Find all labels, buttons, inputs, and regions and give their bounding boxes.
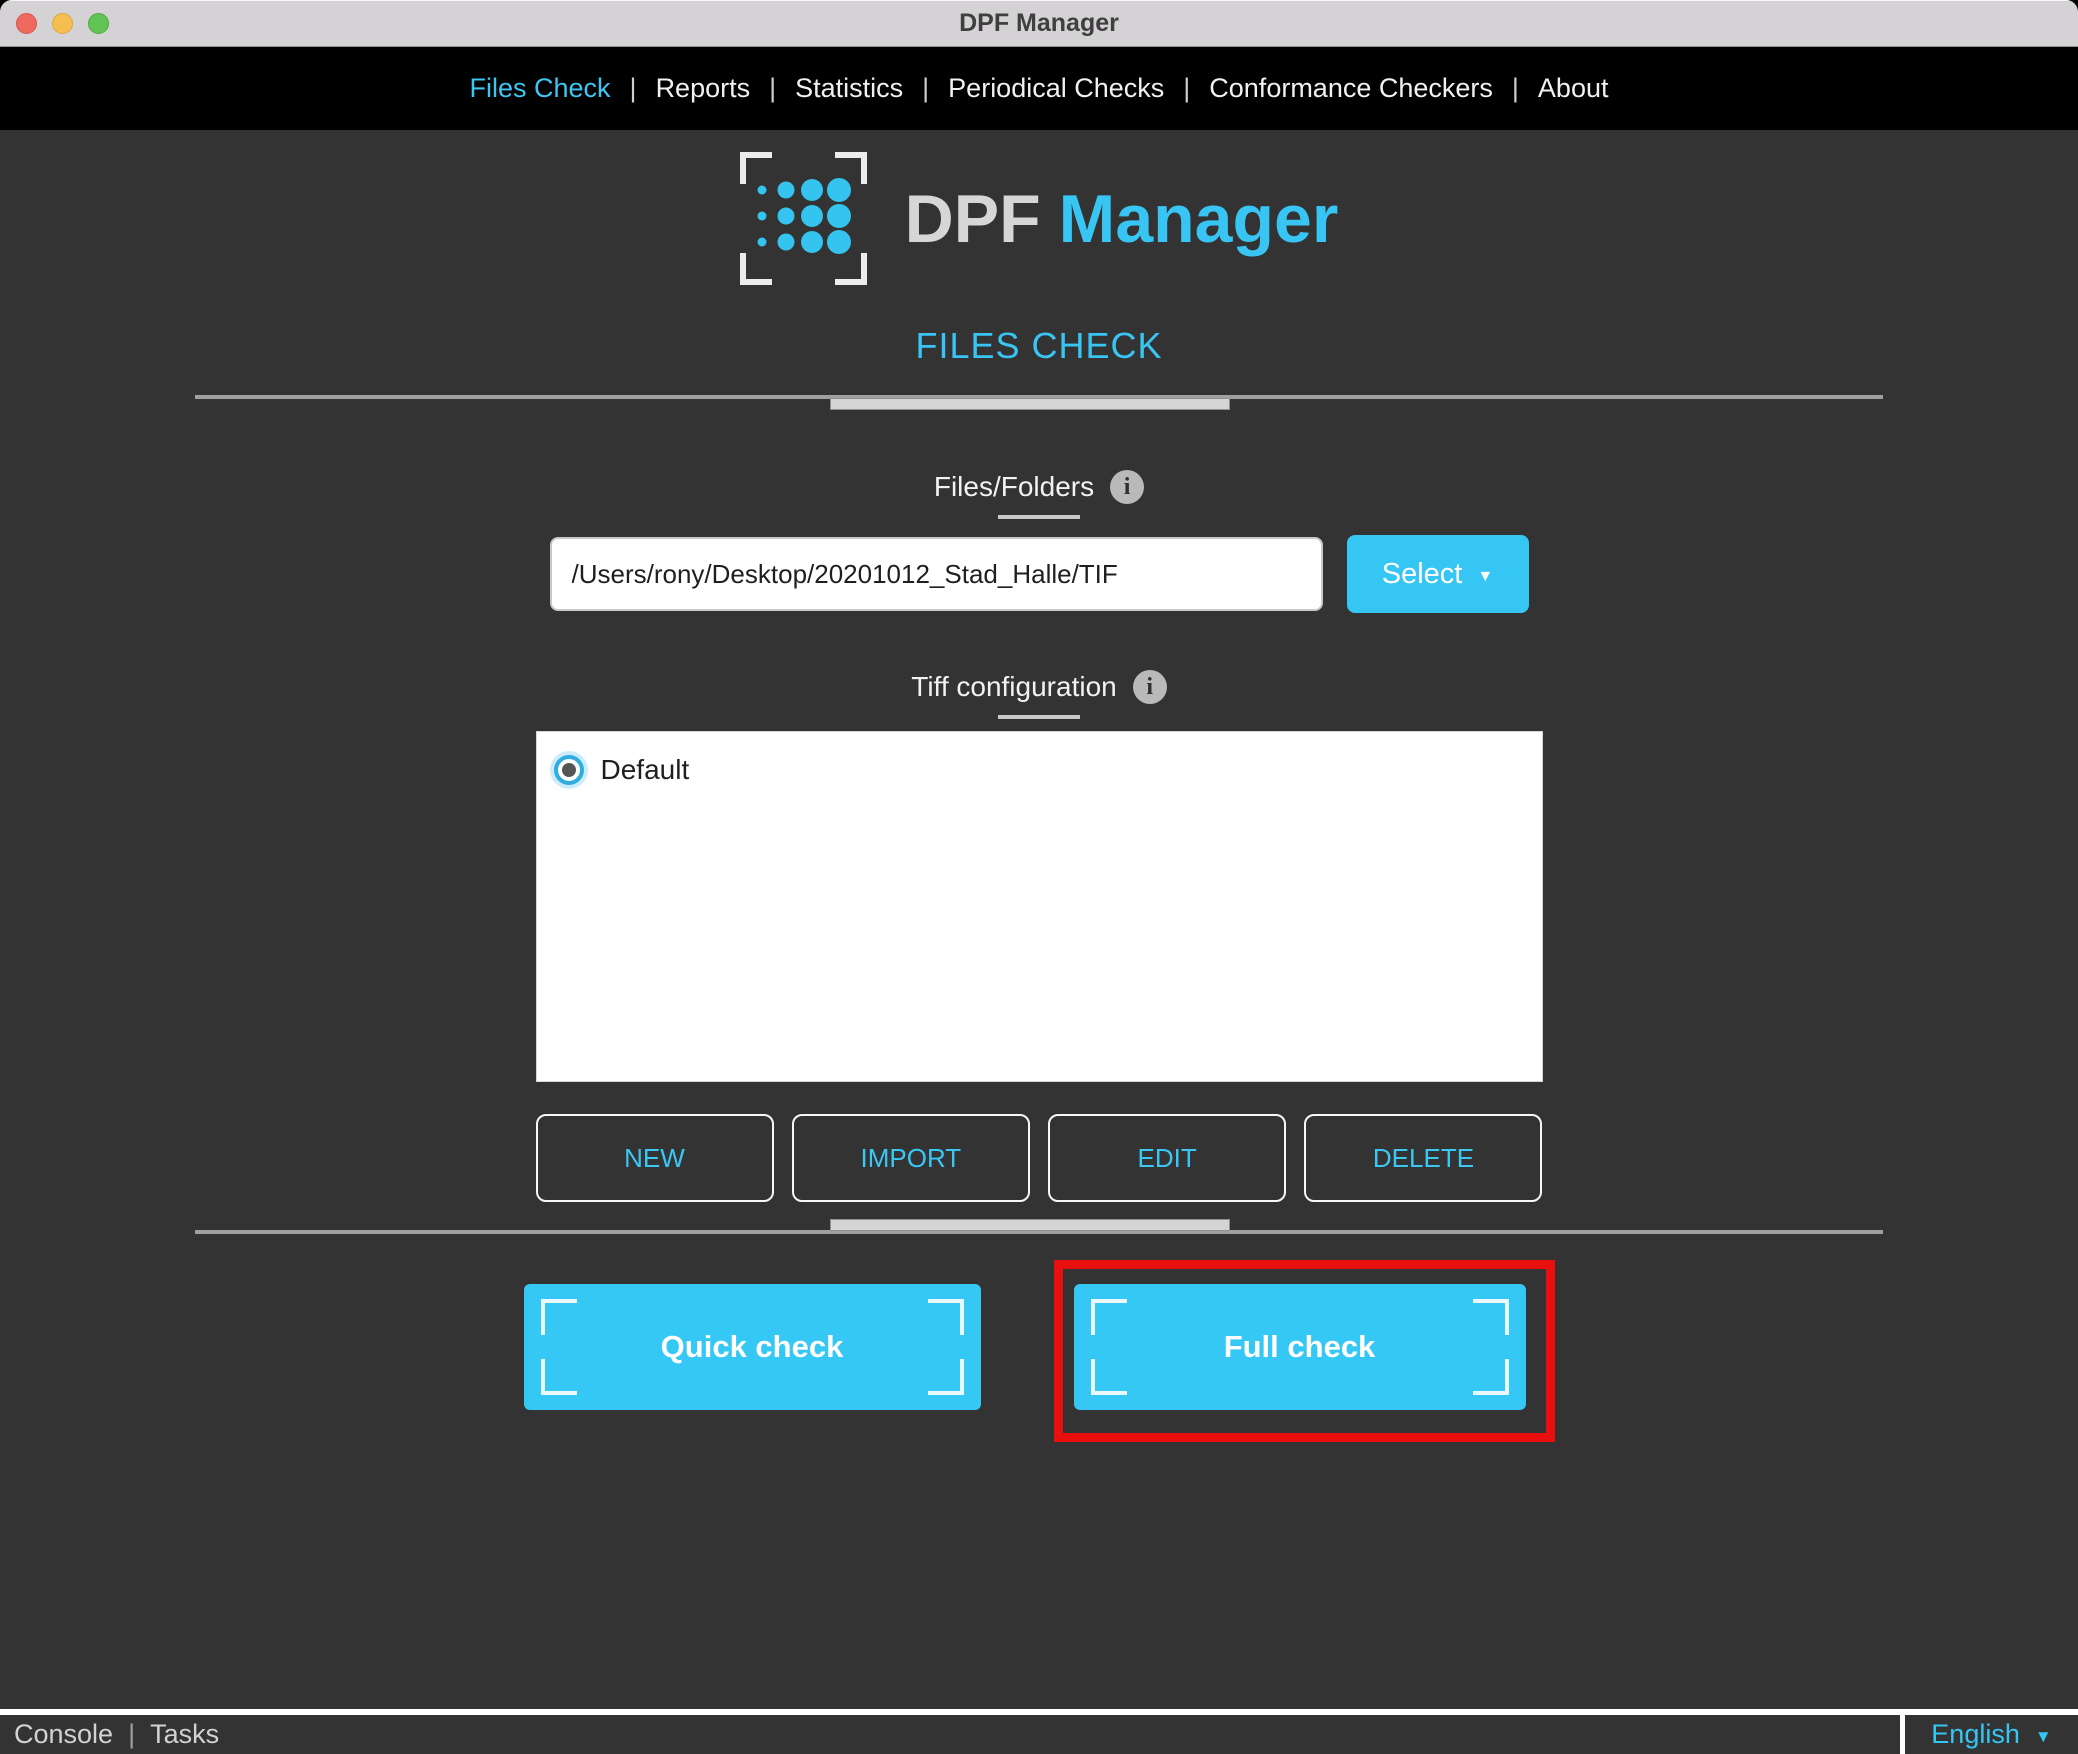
divider-handle [830,1219,1230,1231]
bracket-corner-icon [1473,1299,1509,1335]
label-underline [998,715,1080,719]
info-icon[interactable]: i [1110,470,1144,504]
bracket-corner-icon [541,1299,577,1335]
label-underline [998,515,1080,519]
quick-check-label: Quick check [661,1329,844,1365]
main-nav: Files Check | Reports | Statistics | Per… [0,47,2078,130]
top-divider [195,395,1883,399]
quick-check-button[interactable]: Quick check [524,1284,981,1410]
config-option-label: Default [601,754,690,786]
bottom-divider [195,1230,1883,1234]
divider-handle [830,398,1230,410]
file-path-row: Select ▼ [0,535,2078,613]
status-bar: Console | Tasks English ▼ [0,1709,2078,1754]
file-path-input[interactable] [550,537,1323,611]
console-tab[interactable]: Console [14,1719,113,1750]
nav-separator: | [1183,73,1190,104]
nav-statistics[interactable]: Statistics [795,73,903,104]
nav-files-check[interactable]: Files Check [470,73,611,104]
bracket-corner-icon [928,1299,964,1335]
zoom-button[interactable] [88,13,109,34]
tasks-tab[interactable]: Tasks [150,1719,219,1750]
minimize-button[interactable] [52,13,73,34]
radio-selected-icon[interactable] [554,755,584,785]
tiff-config-label: Tiff configuration [911,671,1116,703]
nav-separator: | [630,73,637,104]
page-title: FILES CHECK [0,325,2078,367]
bracket-corner-icon [1473,1359,1509,1395]
files-folders-label: Files/Folders [934,471,1094,503]
language-dropdown[interactable]: English ▼ [1900,1715,2078,1754]
app-logo: DPFManager [0,152,2078,285]
titlebar: DPF Manager [0,0,2078,47]
close-button[interactable] [16,13,37,34]
language-label: English [1931,1719,2020,1750]
bracket-corner-icon [928,1359,964,1395]
nav-conformance-checkers[interactable]: Conformance Checkers [1209,73,1493,104]
full-check-button[interactable]: Full check [1074,1284,1526,1410]
tiff-config-list: Default [536,731,1543,1082]
red-highlight-annotation: Full check [1054,1260,1555,1442]
window-title: DPF Manager [959,9,1119,38]
delete-button[interactable]: DELETE [1304,1114,1542,1202]
app-window: DPF Manager Files Check | Reports | Stat… [0,0,2078,1754]
logo-text-dpf: DPF [905,181,1041,257]
chevron-down-icon: ▼ [2035,1727,2052,1747]
status-bar-left: Console | Tasks [0,1715,1900,1754]
nav-periodical-checks[interactable]: Periodical Checks [948,73,1164,104]
window-controls [16,0,109,46]
new-button[interactable]: NEW [536,1114,774,1202]
bracket-corner-icon [1091,1359,1127,1395]
nav-separator: | [1512,73,1519,104]
select-button[interactable]: Select ▼ [1347,535,1529,613]
status-separator: | [128,1719,135,1750]
nav-separator: | [769,73,776,104]
nav-separator: | [922,73,929,104]
chevron-down-icon: ▼ [1477,568,1493,586]
info-icon[interactable]: i [1133,670,1167,704]
import-button[interactable]: IMPORT [792,1114,1030,1202]
logo-wordmark: DPFManager [905,180,1339,258]
full-check-label: Full check [1224,1329,1376,1365]
edit-button[interactable]: EDIT [1048,1114,1286,1202]
check-actions-row: Quick check Full check [0,1260,2078,1442]
nav-about[interactable]: About [1538,73,1609,104]
config-option-default[interactable]: Default [537,746,1542,794]
nav-reports[interactable]: Reports [656,73,751,104]
dpf-logo-icon [740,152,867,285]
tiff-config-label-row: Tiff configuration i [0,665,2078,709]
files-folders-label-row: Files/Folders i [0,465,2078,509]
logo-text-manager: Manager [1059,181,1339,257]
bracket-corner-icon [541,1359,577,1395]
select-button-label: Select [1382,558,1463,591]
bracket-corner-icon [1091,1299,1127,1335]
config-buttons-row: NEW IMPORT EDIT DELETE [536,1114,1543,1202]
dots-grid-icon [753,168,853,268]
